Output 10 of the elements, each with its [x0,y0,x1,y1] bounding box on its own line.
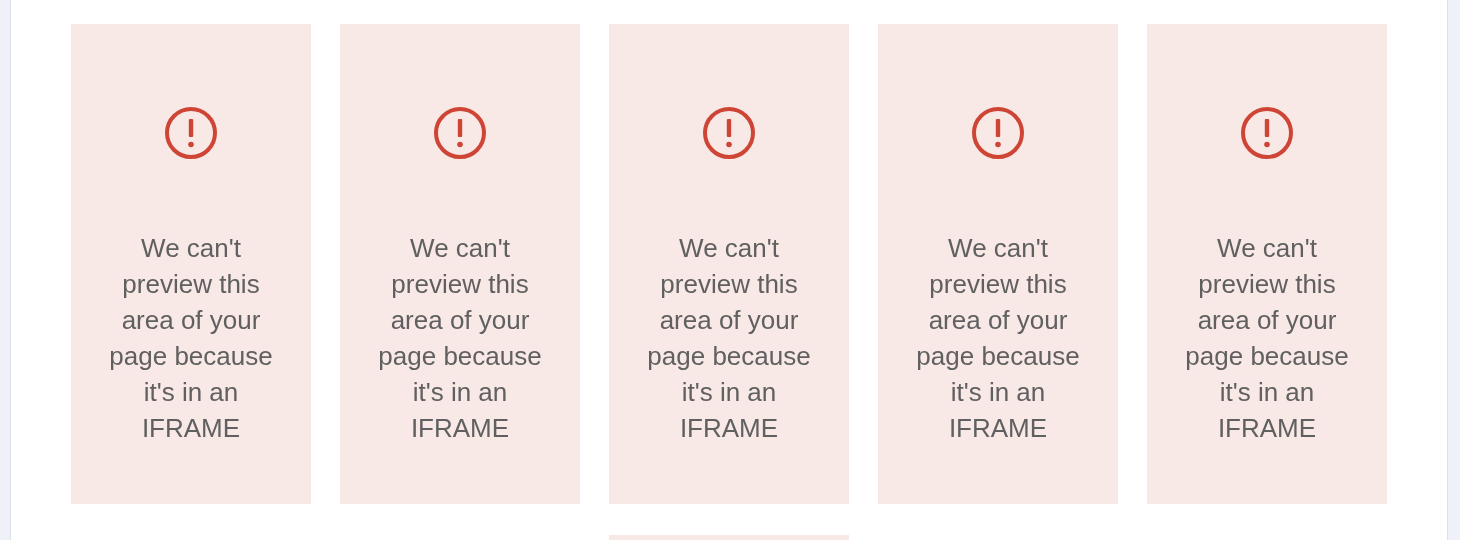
placeholder-message: We can't preview this area of your page because it's in an IFRAME [108,232,274,445]
alert-icon [164,106,218,160]
placeholder-message: We can't preview this area of your page because it's in an IFRAME [1184,232,1350,445]
placeholder-message: We can't preview this area of your page because it's in an IFRAME [646,232,812,445]
alert-icon [702,106,756,160]
alert-icon [433,106,487,160]
alert-icon [971,106,1025,160]
placeholder-message: We can't preview this area of your page because it's in an IFRAME [377,232,543,445]
alert-icon [1240,106,1294,160]
placeholder-message: We can't preview this area of your page because it's in an IFRAME [915,232,1081,445]
